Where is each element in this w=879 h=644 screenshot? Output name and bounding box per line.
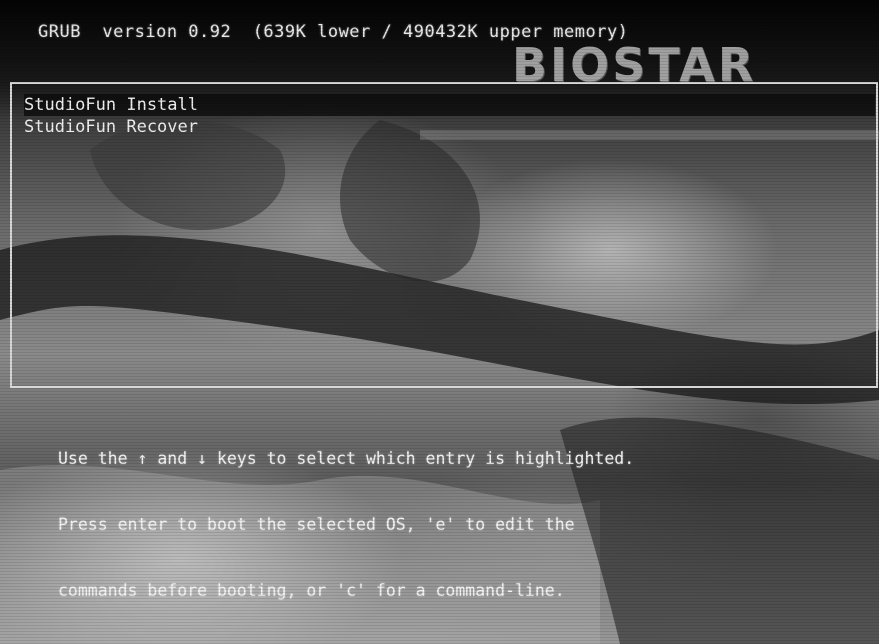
help-line-1: Use the ↑ and ↓ keys to select which ent…: [58, 449, 635, 468]
boot-screen: GRUB version 0.92 (639K lower / 490432K …: [0, 0, 879, 644]
help-instructions: Use the ↑ and ↓ keys to select which ent…: [58, 404, 634, 644]
help-line-2: Press enter to boot the selected OS, 'e'…: [58, 515, 575, 534]
menu-item-studiofun-install[interactable]: StudioFun Install: [24, 94, 875, 116]
boot-menu: StudioFun Install StudioFun Recover: [10, 82, 878, 388]
menu-item-studiofun-recover[interactable]: StudioFun Recover: [24, 116, 204, 138]
help-line-3: commands before booting, or 'c' for a co…: [58, 581, 565, 600]
